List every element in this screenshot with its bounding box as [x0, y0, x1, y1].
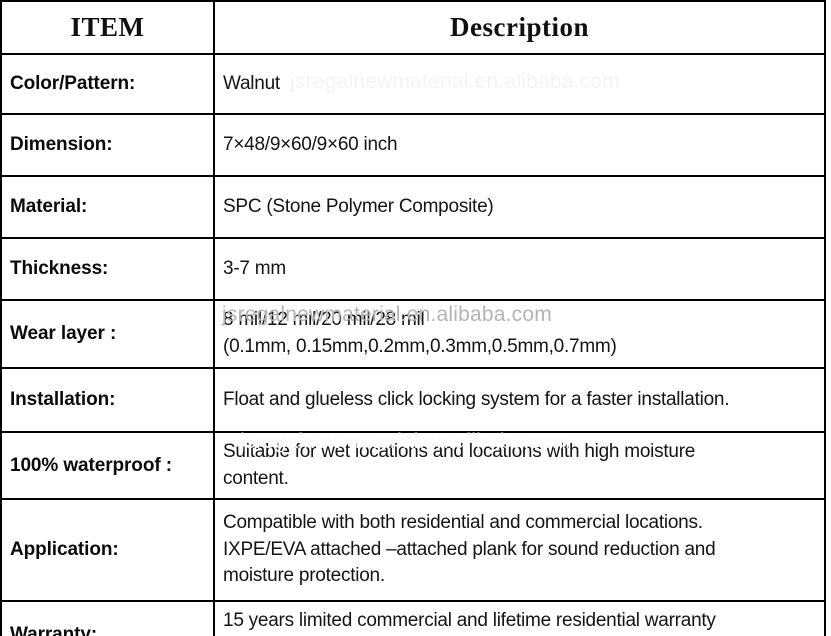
value-line: moisture protection. — [223, 565, 385, 587]
value-line: Float and glueless click locking system … — [223, 388, 730, 410]
value-line: Suitable for wet locations and locations… — [223, 440, 696, 462]
row-label-dimension: Dimension: — [0, 113, 215, 177]
row-label-material: Material: — [0, 175, 215, 239]
value-line: 3-7 mm — [223, 257, 286, 279]
row-value-dimension: 7×48/9×60/9×60 inch — [213, 113, 826, 177]
table-body: Color/Pattern: Walnut Dimension: 7×48/9×… — [0, 53, 826, 636]
value-line: content. — [223, 467, 289, 489]
value-line: Walnut — [223, 72, 280, 94]
table-row: Dimension: 7×48/9×60/9×60 inch — [0, 113, 826, 177]
column-header-description: Description — [213, 0, 826, 55]
row-label-application: Application: — [0, 498, 215, 602]
row-value-installation: Float and glueless click locking system … — [213, 367, 826, 433]
table-row: Application: Compatible with both reside… — [0, 498, 826, 602]
table-row: Wear layer : 8 mil/12 mil/20 mil/28 mil … — [0, 299, 826, 369]
table-header: ITEM Description — [0, 0, 826, 55]
row-label-color-pattern: Color/Pattern: — [0, 53, 215, 115]
value-line: 7×48/9×60/9×60 inch — [223, 133, 398, 155]
product-specification-table: ITEM Description Color/Pattern: Walnut D… — [0, 0, 826, 636]
row-label-thickness: Thickness: — [0, 237, 215, 301]
row-value-waterproof: Suitable for wet locations and locations… — [213, 431, 826, 500]
row-label-wear-layer: Wear layer : — [0, 299, 215, 369]
row-label-waterproof: 100% waterproof : — [0, 431, 215, 500]
table-row: Warranty: 15 years limited commercial an… — [0, 600, 826, 636]
value-line: Compatible with both residential and com… — [223, 511, 703, 533]
product-specification-table-container: jsregalnewmaterial.en.alibaba.com jsrega… — [0, 0, 831, 636]
value-line: SPC (Stone Polymer Composite) — [223, 195, 494, 217]
row-value-warranty: 15 years limited commercial and lifetime… — [213, 600, 826, 636]
row-value-material: SPC (Stone Polymer Composite) — [213, 175, 826, 239]
column-header-item: ITEM — [0, 0, 215, 55]
table-header-row: ITEM Description — [0, 0, 826, 55]
table-row: Thickness: 3-7 mm — [0, 237, 826, 301]
value-line: 8 mil/12 mil/20 mil/28 mil — [223, 309, 425, 331]
row-value-color-pattern: Walnut — [213, 53, 826, 115]
table-row: 100% waterproof : Suitable for wet locat… — [0, 431, 826, 500]
row-value-thickness: 3-7 mm — [213, 237, 826, 301]
row-value-wear-layer: 8 mil/12 mil/20 mil/28 mil (0.1mm, 0.15m… — [213, 299, 826, 369]
table-row: Installation: Float and glueless click l… — [0, 367, 826, 433]
row-label-installation: Installation: — [0, 367, 215, 433]
value-line: (0.1mm, 0.15mm,0.2mm,0.3mm,0.5mm,0.7mm) — [223, 336, 617, 357]
table-row: Material: SPC (Stone Polymer Composite) — [0, 175, 826, 239]
row-value-application: Compatible with both residential and com… — [213, 498, 826, 602]
value-line: IXPE/EVA attached –attached plank for so… — [223, 538, 716, 560]
value-line: 15 years limited commercial and lifetime… — [223, 610, 716, 632]
table-row: Color/Pattern: Walnut — [0, 53, 826, 115]
row-label-warranty: Warranty: — [0, 600, 215, 636]
